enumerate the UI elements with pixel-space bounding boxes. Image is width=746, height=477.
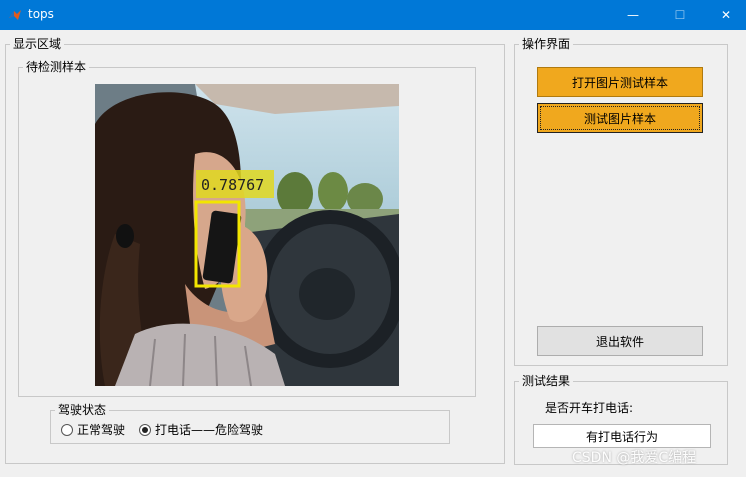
minimize-button[interactable]: — [610, 0, 656, 30]
minimize-icon: — [627, 8, 639, 22]
operations-panel: 操作界面 打开图片测试样本 测试图片样本 退出软件 [514, 37, 728, 366]
radio-normal-driving[interactable]: 正常驾驶 [61, 421, 125, 438]
close-button[interactable]: ✕ [703, 0, 746, 30]
driver-photo-illustration: 0.78767 [95, 84, 399, 386]
maximize-icon: ☐ [674, 8, 686, 22]
maximize-button[interactable]: ☐ [657, 0, 703, 30]
radio-checked-icon [139, 423, 152, 436]
detection-score: 0.78767 [201, 176, 264, 194]
drive-state-title: 驾驶状态 [55, 403, 110, 417]
radio-phone-label: 打电话——危险驾驶 [155, 423, 264, 437]
main-content: 显示区域 待检测样本 0.78767 驾驶状态 正常驾驶 打电话——危险驾驶 操… [0, 30, 746, 477]
radio-unchecked-icon [61, 423, 73, 436]
close-icon: ✕ [720, 8, 732, 22]
sample-image: 0.78767 [95, 84, 399, 386]
matlab-logo-icon [9, 10, 21, 20]
exit-button[interactable]: 退出软件 [537, 326, 703, 356]
watermark: CSDN @我爱C编程 [572, 450, 697, 466]
test-image-button[interactable]: 测试图片样本 [537, 103, 703, 133]
result-value-field: 有打电话行为 [533, 424, 711, 448]
operations-title: 操作界面 [519, 37, 574, 51]
result-title: 测试结果 [519, 374, 574, 388]
drive-state-options: 正常驾驶 打电话——危险驾驶 [61, 421, 277, 438]
sample-panel-title: 待检测样本 [23, 60, 90, 74]
title-bar[interactable]: tops — ☐ ✕ [0, 0, 746, 30]
radio-normal-label: 正常驾驶 [77, 423, 126, 437]
open-image-button[interactable]: 打开图片测试样本 [537, 67, 703, 97]
result-question-label: 是否开车打电话: [545, 401, 634, 415]
display-area-title: 显示区域 [10, 37, 65, 51]
radio-phone-dangerous-driving[interactable]: 打电话——危险驾驶 [139, 421, 263, 438]
window-title: tops [28, 7, 54, 21]
drive-state-panel: 驾驶状态 正常驾驶 打电话——危险驾驶 [50, 403, 450, 444]
